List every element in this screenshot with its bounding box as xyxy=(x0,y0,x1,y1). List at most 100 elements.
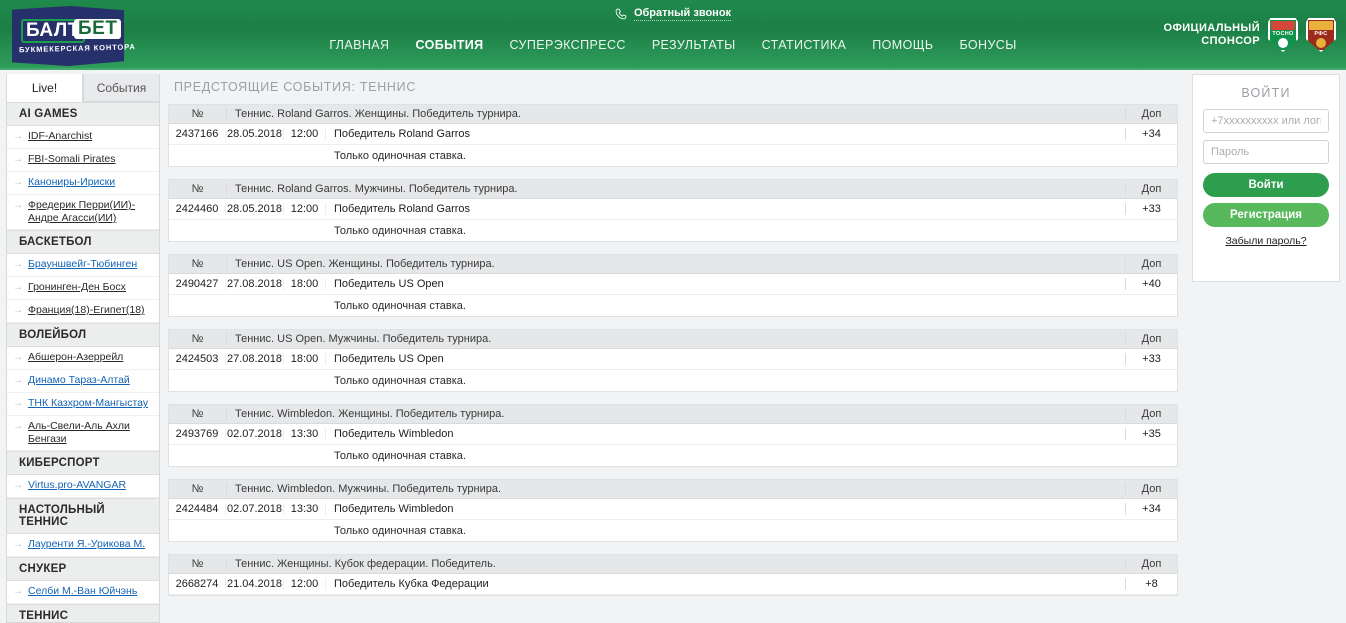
sidebar-event-link[interactable]: ТНК Казхром-Мангыстау xyxy=(28,397,148,410)
tab-live[interactable]: Live! xyxy=(7,74,83,102)
sidebar-event-link[interactable]: Селби М.-Ван Юйчэнь xyxy=(28,585,137,598)
sidebar-event-link[interactable]: Канониры-Ириски xyxy=(28,176,115,189)
event-market: Победитель Roland Garros xyxy=(334,203,471,215)
event-dop-count[interactable]: +8 xyxy=(1125,578,1177,590)
event-dop-count[interactable]: +35 xyxy=(1125,428,1177,440)
password-input[interactable] xyxy=(1203,140,1329,164)
event-header-row: № Теннис. Roland Garros. Мужчины. Победит… xyxy=(169,180,1177,199)
table-row[interactable]: 2493769 02.07.2018 13:30 Победитель Wimbled… xyxy=(169,424,1177,445)
sidebar-event-item[interactable]: → Селби М.-Ван Юйчэнь xyxy=(7,581,159,604)
sidebar-event-item[interactable]: → Фредерик Перри(ИИ)-Андре Агасси(ИИ) xyxy=(7,195,159,230)
sidebar-section-header: БАСКЕТБОЛ xyxy=(7,230,159,254)
sidebar-event-item[interactable]: → Virtus.pro-AVANGAR xyxy=(7,475,159,498)
event-dop-count[interactable]: +33 xyxy=(1125,353,1177,365)
sidebar-section-header: КИБЕРСПОРТ xyxy=(7,451,159,475)
sidebar-event-item[interactable]: → Лауренти Я.-Урикова М. xyxy=(7,534,159,557)
table-row[interactable]: 2424460 28.05.2018 12:00 Победитель Roland … xyxy=(169,199,1177,220)
table-row[interactable]: 2424503 27.08.2018 18:00 Победитель US Open… xyxy=(169,349,1177,370)
nav-item-statistika[interactable]: СТАТИСТИКА xyxy=(762,38,847,52)
event-note: Только одиночная ставка. xyxy=(334,299,466,312)
nav-item-rezultaty[interactable]: РЕЗУЛЬТАТЫ xyxy=(652,38,736,52)
sidebar-event-link[interactable]: Франция(18)-Египет(18) xyxy=(28,304,145,317)
event-note-row: Только одиночная ставка. xyxy=(169,295,1177,316)
arrow-right-icon: → xyxy=(13,200,23,211)
nav-item-superexpress[interactable]: СУПЕРЭКСПРЕСС xyxy=(510,38,626,52)
arrow-right-icon: → xyxy=(13,352,23,363)
login-panel: ВОЙТИ Войти Регистрация Забыли пароль? xyxy=(1192,74,1340,282)
sidebar-tabs: Live! События xyxy=(7,74,159,102)
sidebar-event-item[interactable]: → Брауншвейг-Тюбинген xyxy=(7,254,159,277)
callback-link[interactable]: Обратный звонок xyxy=(0,7,1346,21)
sidebar-event-item[interactable]: → Аль-Свели-Аль Ахли Бенгази xyxy=(7,416,159,451)
column-header-num: № xyxy=(191,408,204,420)
event-dop-count[interactable]: +34 xyxy=(1125,128,1177,140)
event-note-row: Только одиночная ставка. xyxy=(169,220,1177,241)
table-row[interactable]: 2490427 27.08.2018 18:00 Победитель US Open… xyxy=(169,274,1177,295)
nav-item-pomosch[interactable]: ПОМОЩЬ xyxy=(872,38,933,52)
sidebar-section-header: НАСТОЛЬНЫЙ ТЕННИС xyxy=(7,498,159,534)
event-number: 2437166 xyxy=(169,128,226,140)
column-header-dop: Доп xyxy=(1125,258,1177,270)
tab-sobytiya[interactable]: События xyxy=(83,74,159,102)
event-date: 02.07.2018 xyxy=(226,503,284,515)
column-header-dop: Доп xyxy=(1125,333,1177,345)
arrow-right-icon: → xyxy=(13,259,23,270)
sidebar-event-link[interactable]: Лауренти Я.-Урикова М. xyxy=(28,538,145,551)
arrow-right-icon: → xyxy=(13,154,23,165)
sidebar-event-link[interactable]: FBI-Somali Pirates xyxy=(28,153,116,166)
sidebar-event-item[interactable]: → Франция(18)-Египет(18) xyxy=(7,300,159,323)
sidebar-event-item[interactable]: → Абшерон-Азеррейл xyxy=(7,347,159,370)
callback-label: Обратный звонок xyxy=(633,7,732,21)
sidebar-event-item[interactable]: → Гронинген-Ден Босх xyxy=(7,277,159,300)
crest-1-label: ТОСНО xyxy=(1272,31,1294,37)
login-button[interactable]: Войти xyxy=(1203,173,1329,197)
event-number: 2668274 xyxy=(169,578,226,590)
event-title: Теннис. Wimbledon. Мужчины. Победитель т… xyxy=(226,483,1125,495)
arrow-right-icon: → xyxy=(13,398,23,409)
page-body: Live! События AI GAMES → IDF-Anarchist → FBI… xyxy=(0,70,1346,623)
nav-item-sobytiya[interactable]: СОБЫТИЯ xyxy=(415,38,483,52)
event-date: 27.08.2018 xyxy=(226,353,284,365)
sidebar-event-link[interactable]: Virtus.pro-AVANGAR xyxy=(28,479,126,492)
sidebar-event-item[interactable]: → Канониры-Ириски xyxy=(7,172,159,195)
event-header-row: № Теннис. Wimbledon. Мужчины. Победитель … xyxy=(169,480,1177,499)
event-note: Только одиночная ставка. xyxy=(334,224,466,237)
sidebar-event-link[interactable]: Абшерон-Азеррейл xyxy=(28,351,123,364)
event-date: 21.04.2018 xyxy=(226,578,284,590)
phone-handset-icon xyxy=(615,8,627,19)
table-row[interactable]: 2424484 02.07.2018 13:30 Победитель Wimbled… xyxy=(169,499,1177,520)
event-time: 12:00 xyxy=(284,578,326,590)
event-market: Победитель Wimbledon xyxy=(334,428,454,440)
forgot-password-link[interactable]: Забыли пароль? xyxy=(1193,235,1339,247)
sidebar-event-link[interactable]: Брауншвейг-Тюбинген xyxy=(28,258,137,271)
sidebar-event-link[interactable]: Фредерик Перри(ИИ)-Андре Агасси(ИИ) xyxy=(28,199,153,225)
sidebar-event-link[interactable]: Гронинген-Ден Босх xyxy=(28,281,126,294)
username-input[interactable] xyxy=(1203,109,1329,133)
event-dop-count[interactable]: +34 xyxy=(1125,503,1177,515)
event-number: 2424503 xyxy=(169,353,226,365)
federation-crest-rfs-icon: РФС xyxy=(1306,18,1336,52)
sidebar-event-link[interactable]: Динамо Тараз-Алтай xyxy=(28,374,130,387)
sidebar-event-item[interactable]: → ТНК Казхром-Мангыстау xyxy=(7,393,159,416)
sidebar-event-item[interactable]: → Динамо Тараз-Алтай xyxy=(7,370,159,393)
event-time: 18:00 xyxy=(284,353,326,365)
event-time: 12:00 xyxy=(284,128,326,140)
event-block: № Теннис. Wimbledon. Мужчины. Победитель … xyxy=(168,479,1178,542)
sidebar-sections: AI GAMES → IDF-Anarchist → FBI-Somali Pirate… xyxy=(7,102,159,622)
table-row[interactable]: 2668274 21.04.2018 12:00 Победитель Кубка Ф… xyxy=(169,574,1177,595)
event-dop-count[interactable]: +33 xyxy=(1125,203,1177,215)
nav-item-glavnaya[interactable]: ГЛАВНАЯ xyxy=(329,38,389,52)
sidebar-event-item[interactable]: → IDF-Anarchist xyxy=(7,126,159,149)
sidebar-event-link[interactable]: Аль-Свели-Аль Ахли Бенгази xyxy=(28,420,153,446)
table-row[interactable]: 2437166 28.05.2018 12:00 Победитель Roland … xyxy=(169,124,1177,145)
column-header-num: № xyxy=(191,483,204,495)
event-dop-count[interactable]: +40 xyxy=(1125,278,1177,290)
event-note-row: Только одиночная ставка. xyxy=(169,520,1177,541)
arrow-right-icon: → xyxy=(13,539,23,550)
club-crest-tosno-icon: ТОСНО xyxy=(1268,18,1298,52)
nav-item-bonusy[interactable]: БОНУСЫ xyxy=(959,38,1016,52)
register-button[interactable]: Регистрация xyxy=(1203,203,1329,227)
sidebar-event-link[interactable]: IDF-Anarchist xyxy=(28,130,92,143)
sidebar-event-item[interactable]: → FBI-Somali Pirates xyxy=(7,149,159,172)
event-time: 12:00 xyxy=(284,203,326,215)
